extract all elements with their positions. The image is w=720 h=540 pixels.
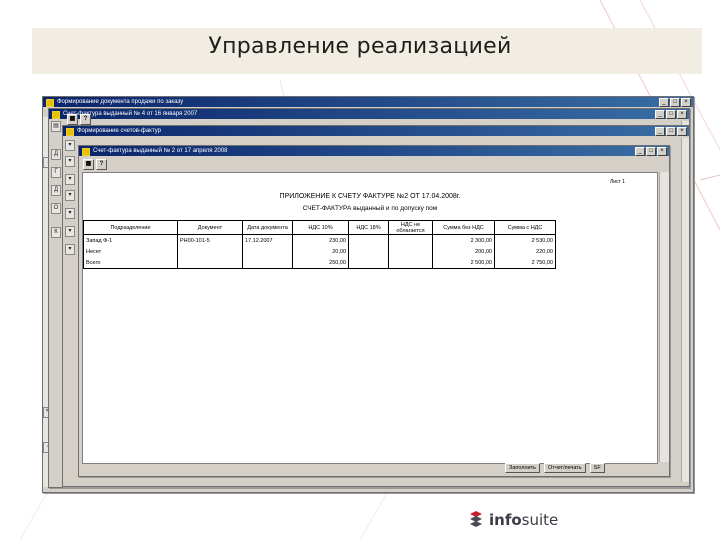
app-icon — [46, 99, 54, 107]
page-label: Лист 1 — [609, 179, 625, 185]
table-cell: 2 750,00 — [494, 257, 556, 269]
table-cell: 2 500,00 — [432, 257, 495, 269]
table-cell: Запад Ф-1 — [83, 234, 178, 246]
print-icon[interactable]: ▦ — [67, 114, 78, 125]
help-icon[interactable]: ? — [96, 159, 107, 170]
table-cell: 2 300,00 — [432, 234, 495, 246]
table-cell: РН00-101-5 — [177, 234, 243, 246]
table-cell — [242, 246, 293, 257]
help-icon[interactable]: ? — [80, 114, 91, 125]
column-header: НДС 18% — [348, 220, 389, 235]
table-cell: 200,00 — [432, 246, 495, 257]
window-title: Формирование счетов-фактур — [77, 128, 161, 134]
table-cell — [177, 246, 243, 257]
side-button[interactable]: ▾ — [65, 140, 75, 151]
window-title: Формирование документа продажи по заказу — [57, 99, 184, 105]
side-button[interactable]: О — [51, 203, 61, 214]
print-report-button[interactable]: Отчет/печать — [544, 463, 586, 473]
window-titlebar[interactable]: Формирование счетов-фактур _ □ × — [63, 126, 689, 136]
column-header: НДС 10% — [292, 220, 349, 235]
side-button[interactable]: Г — [51, 167, 61, 178]
toolbar: ▦ ? — [83, 159, 107, 170]
maximize-button[interactable]: □ — [646, 147, 656, 156]
side-button[interactable]: ▾ — [65, 190, 75, 201]
extra-button[interactable]: SF — [589, 463, 605, 473]
column-header: Сумма без НДС — [432, 220, 495, 235]
status-bar: Заполнить Отчет/печать SF — [505, 463, 605, 473]
side-button[interactable]: ▾ — [65, 156, 75, 167]
column-header: Документ — [177, 220, 243, 235]
toolbar: ▦ ? — [67, 114, 91, 125]
table-cell — [388, 234, 433, 246]
minimize-button[interactable]: _ — [635, 147, 645, 156]
minimize-button[interactable]: _ — [655, 110, 665, 119]
slide-title: Управление реализацией — [208, 34, 512, 59]
maximize-button[interactable]: □ — [666, 110, 676, 119]
report-title: ПРИЛОЖЕНИЕ К СЧЕТУ ФАКТУРЕ №2 ОТ 17.04.2… — [279, 193, 461, 200]
window-title: Счет-фактура выданный № 2 от 17 апреля 2… — [93, 148, 228, 154]
side-button[interactable]: ▾ — [65, 226, 75, 237]
maximize-button[interactable]: □ — [670, 98, 680, 107]
side-button[interactable]: К — [51, 227, 61, 238]
scrollbar[interactable] — [659, 172, 669, 462]
scrollbar[interactable] — [681, 138, 689, 482]
logo-mark-icon — [470, 511, 482, 527]
close-button[interactable]: × — [681, 98, 691, 107]
table-cell — [242, 257, 293, 269]
table-cell: 220,00 — [494, 246, 556, 257]
table-cell — [388, 246, 433, 257]
close-button[interactable]: × — [657, 147, 667, 156]
app-icon — [52, 111, 60, 119]
column-header: НДС не облагается — [388, 220, 433, 235]
table-header-row: Подразделение Документ Дата документа НД… — [83, 220, 556, 235]
table-cell: 20,00 — [292, 246, 349, 257]
window-titlebar[interactable]: Формирование документа продажи по заказу… — [43, 97, 693, 107]
window-titlebar[interactable]: Счет-фактура выданный № 2 от 17 апреля 2… — [79, 146, 669, 156]
infosuite-logo: infosuite — [468, 510, 558, 530]
minimize-button[interactable]: _ — [659, 98, 669, 107]
fill-button[interactable]: Заполнить — [505, 463, 541, 473]
close-button[interactable]: × — [677, 127, 687, 136]
window-titlebar[interactable]: Счет-фактура выданный № 4 от 16 января 2… — [49, 109, 689, 119]
table-cell — [177, 257, 243, 269]
report-sheet: Лист 1 ПРИЛОЖЕНИЕ К СЧЕТУ ФАКТУРЕ №2 ОТ … — [82, 172, 658, 464]
table-cell — [388, 257, 433, 269]
table-cell: 2 530,00 — [494, 234, 556, 246]
column-header: Подразделение — [83, 220, 178, 235]
table-cell: 17.12.2007 — [242, 234, 293, 246]
side-button[interactable]: ▾ — [65, 174, 75, 185]
report-subtitle: СЧЕТ-ФАКТУРА выданный и по допуску пом — [302, 205, 438, 212]
table-cell: 230,00 — [292, 234, 349, 246]
table-row-total: Всего 250,00 2 500,00 2 750,00 — [83, 257, 556, 269]
table-cell: 250,00 — [292, 257, 349, 269]
side-button[interactable]: ▾ — [65, 244, 75, 255]
table-row: Несет 20,00 200,00 220,00 — [83, 246, 556, 257]
table-row: Запад Ф-1 РН00-101-5 17.12.2007 230,00 2… — [83, 234, 556, 246]
side-button[interactable]: Д — [51, 185, 61, 196]
side-button[interactable]: ▤ — [51, 121, 61, 132]
app-icon — [66, 128, 74, 136]
column-header: Сумма с НДС — [494, 220, 556, 235]
table-cell — [348, 257, 389, 269]
side-button[interactable]: ▾ — [65, 208, 75, 219]
logo-text: infosuite — [489, 511, 558, 529]
table-cell: Несет — [83, 246, 178, 257]
minimize-button[interactable]: _ — [655, 127, 665, 136]
side-button[interactable]: Д — [51, 149, 61, 160]
app-icon — [82, 148, 90, 156]
report-table: Подразделение Документ Дата документа НД… — [83, 220, 556, 269]
maximize-button[interactable]: □ — [666, 127, 676, 136]
table-cell — [348, 234, 389, 246]
window-invoice-april[interactable]: Счет-фактура выданный № 2 от 17 апреля 2… — [78, 145, 670, 477]
logo-text-regular: suite — [521, 511, 559, 529]
logo-text-bold: info — [489, 511, 522, 529]
table-cell: Всего — [83, 257, 178, 269]
close-button[interactable]: × — [677, 110, 687, 119]
table-cell — [348, 246, 389, 257]
print-icon[interactable]: ▦ — [83, 159, 94, 170]
column-header: Дата документа — [242, 220, 293, 235]
